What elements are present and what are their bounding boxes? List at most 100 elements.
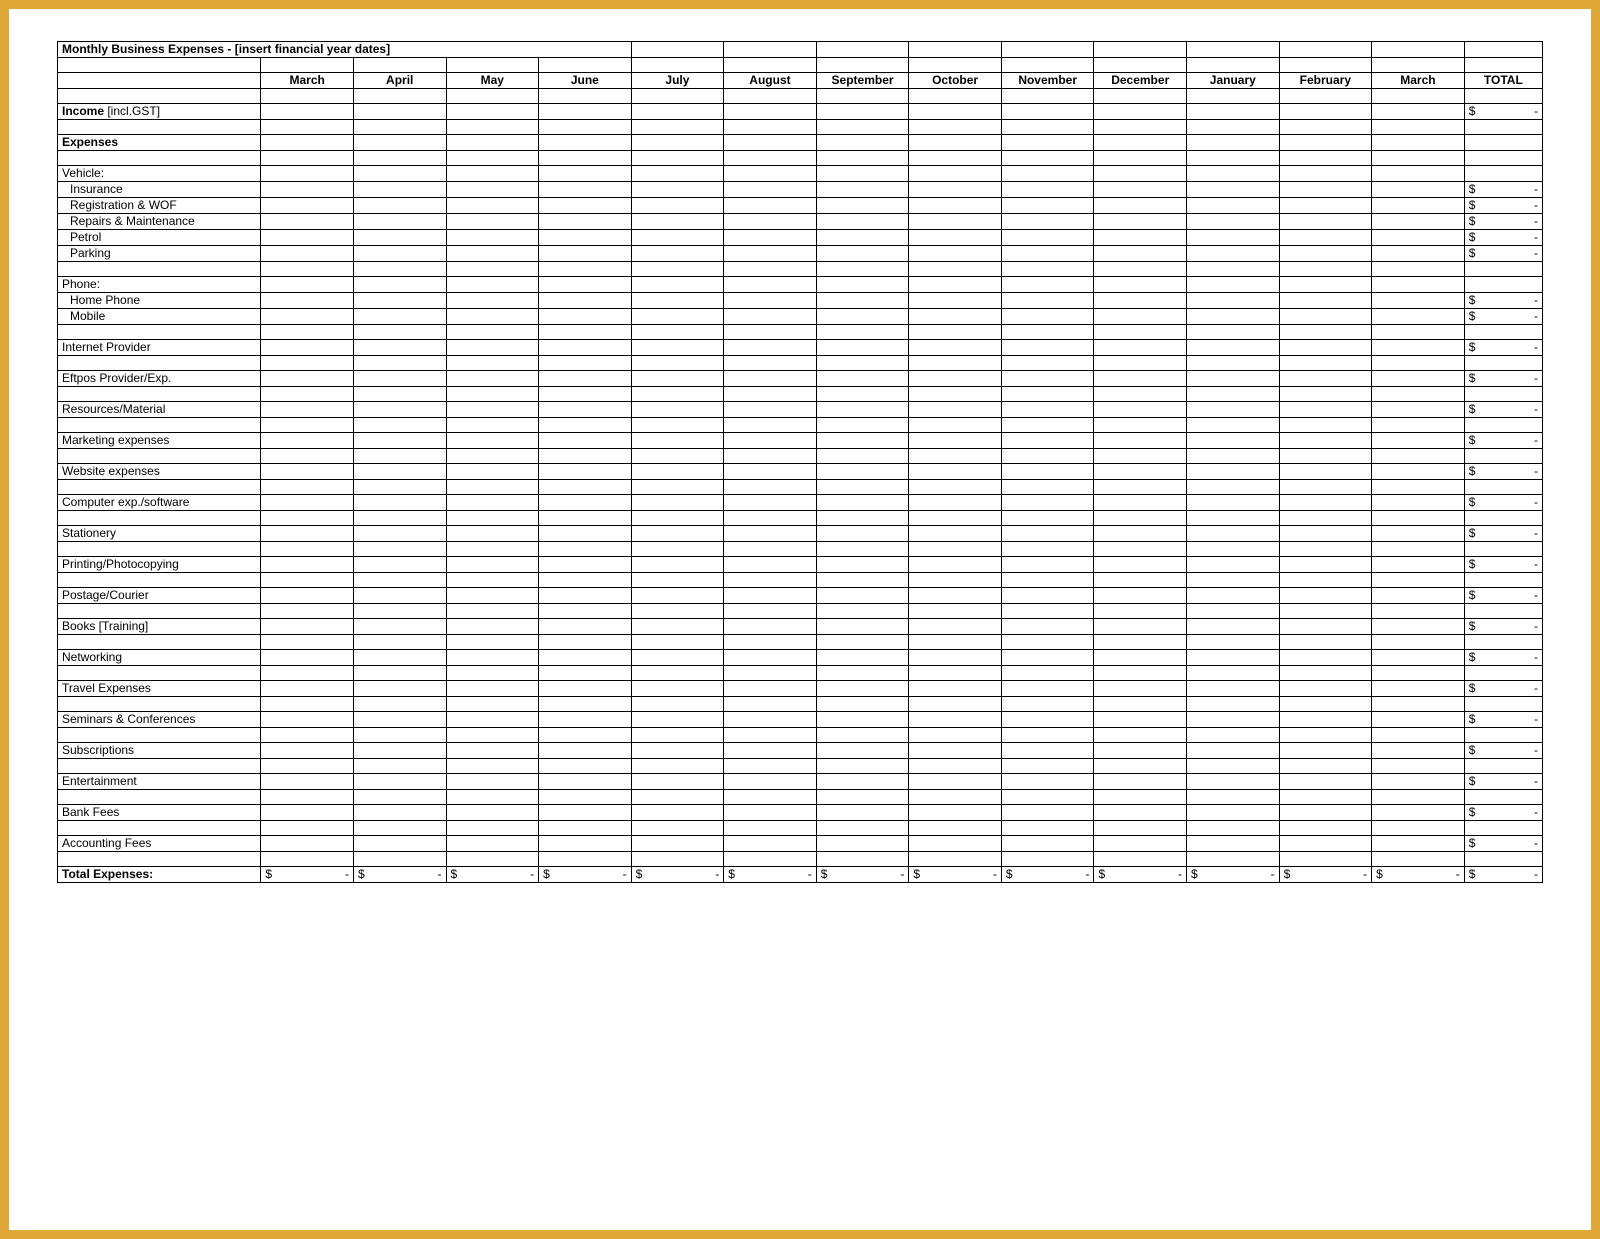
cell[interactable] xyxy=(724,526,817,542)
cell[interactable] xyxy=(816,151,909,166)
cell[interactable] xyxy=(816,790,909,805)
cell[interactable] xyxy=(1187,340,1280,356)
cell[interactable] xyxy=(1094,340,1187,356)
cell[interactable] xyxy=(539,526,632,542)
cell[interactable] xyxy=(631,619,724,635)
cell[interactable] xyxy=(261,588,354,604)
cell[interactable] xyxy=(1372,743,1465,759)
cell[interactable] xyxy=(816,325,909,340)
cell[interactable] xyxy=(1279,635,1372,650)
cell[interactable] xyxy=(1094,42,1187,58)
cell[interactable] xyxy=(539,681,632,697)
cell[interactable] xyxy=(1464,418,1542,433)
cell[interactable] xyxy=(446,356,539,371)
cell[interactable] xyxy=(261,650,354,666)
cell[interactable] xyxy=(446,526,539,542)
cell[interactable] xyxy=(353,387,446,402)
cell[interactable] xyxy=(724,230,817,246)
cell[interactable] xyxy=(1372,728,1465,743)
cell[interactable] xyxy=(724,805,817,821)
cell[interactable] xyxy=(909,712,1002,728)
cell[interactable] xyxy=(353,774,446,790)
cell[interactable] xyxy=(724,433,817,449)
cell[interactable] xyxy=(909,821,1002,836)
cell[interactable] xyxy=(446,293,539,309)
cell[interactable] xyxy=(1279,325,1372,340)
cell[interactable] xyxy=(539,836,632,852)
cell[interactable] xyxy=(1094,356,1187,371)
cell[interactable] xyxy=(631,402,724,418)
cell[interactable] xyxy=(353,230,446,246)
cell[interactable] xyxy=(353,743,446,759)
cell[interactable] xyxy=(1372,166,1465,182)
cell[interactable] xyxy=(631,821,724,836)
cell[interactable] xyxy=(724,712,817,728)
cell[interactable] xyxy=(1279,293,1372,309)
cell[interactable] xyxy=(1187,402,1280,418)
cell[interactable] xyxy=(1001,58,1094,73)
cell[interactable] xyxy=(1094,182,1187,198)
cell[interactable] xyxy=(1464,511,1542,526)
cell[interactable] xyxy=(816,681,909,697)
cell[interactable] xyxy=(1187,198,1280,214)
cell[interactable] xyxy=(724,135,817,151)
cell[interactable] xyxy=(1372,214,1465,230)
cell[interactable] xyxy=(539,480,632,495)
cell[interactable] xyxy=(631,790,724,805)
cell[interactable] xyxy=(446,387,539,402)
cell[interactable] xyxy=(816,542,909,557)
cell[interactable] xyxy=(539,557,632,573)
cell[interactable] xyxy=(1187,743,1280,759)
cell[interactable] xyxy=(353,836,446,852)
cell[interactable] xyxy=(1372,774,1465,790)
cell[interactable] xyxy=(446,697,539,712)
cell[interactable] xyxy=(1094,526,1187,542)
cell[interactable] xyxy=(1187,182,1280,198)
cell[interactable] xyxy=(1187,166,1280,182)
cell[interactable] xyxy=(1187,309,1280,325)
cell[interactable] xyxy=(1279,852,1372,867)
cell[interactable] xyxy=(261,262,354,277)
cell[interactable] xyxy=(1279,449,1372,464)
cell[interactable] xyxy=(1372,198,1465,214)
cell[interactable] xyxy=(1279,588,1372,604)
cell[interactable] xyxy=(724,666,817,681)
cell[interactable] xyxy=(631,697,724,712)
total-expenses-month-10[interactable]: $- xyxy=(1187,867,1280,883)
cell[interactable] xyxy=(446,774,539,790)
cell[interactable] xyxy=(816,104,909,120)
cell[interactable] xyxy=(724,151,817,166)
cell[interactable] xyxy=(1187,650,1280,666)
row-total[interactable]: $- xyxy=(1464,433,1542,449)
cell[interactable] xyxy=(1372,526,1465,542)
cell[interactable] xyxy=(446,402,539,418)
cell[interactable] xyxy=(1464,759,1542,774)
cell[interactable] xyxy=(909,495,1002,511)
cell[interactable] xyxy=(353,697,446,712)
cell[interactable] xyxy=(1187,774,1280,790)
cell[interactable] xyxy=(1187,852,1280,867)
cell[interactable] xyxy=(724,198,817,214)
cell[interactable] xyxy=(1187,836,1280,852)
cell[interactable] xyxy=(1372,790,1465,805)
cell[interactable] xyxy=(1464,604,1542,619)
row-total[interactable]: $- xyxy=(1464,495,1542,511)
cell[interactable] xyxy=(909,697,1002,712)
cell[interactable] xyxy=(1372,433,1465,449)
cell[interactable] xyxy=(631,774,724,790)
cell[interactable] xyxy=(816,166,909,182)
cell[interactable] xyxy=(631,681,724,697)
cell[interactable] xyxy=(631,293,724,309)
cell[interactable] xyxy=(1094,309,1187,325)
cell[interactable] xyxy=(353,356,446,371)
cell[interactable] xyxy=(816,774,909,790)
cell[interactable] xyxy=(1187,635,1280,650)
cell[interactable] xyxy=(1001,588,1094,604)
cell[interactable] xyxy=(909,182,1002,198)
cell[interactable] xyxy=(261,542,354,557)
cell[interactable] xyxy=(1001,774,1094,790)
cell[interactable] xyxy=(631,836,724,852)
cell[interactable] xyxy=(1372,495,1465,511)
cell[interactable] xyxy=(1372,230,1465,246)
row-total[interactable]: $- xyxy=(1464,557,1542,573)
